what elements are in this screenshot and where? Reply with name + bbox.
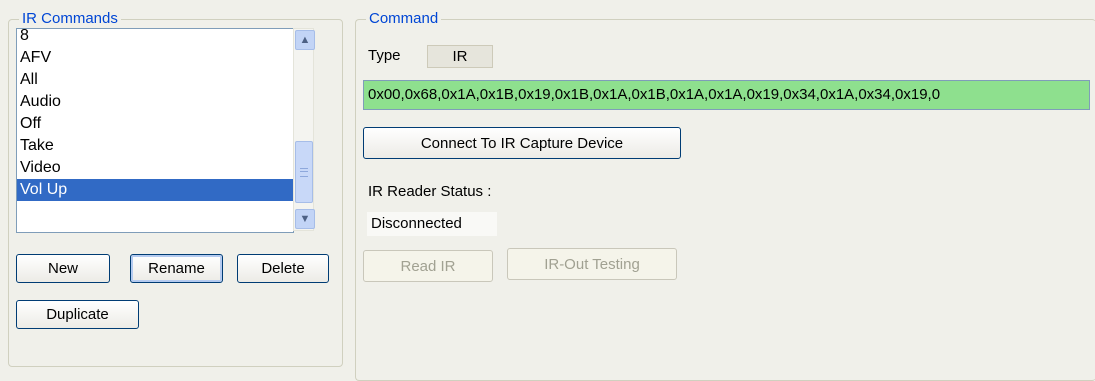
read-ir-button[interactable]: Read IR [363, 250, 493, 282]
duplicate-button[interactable]: Duplicate [16, 300, 139, 329]
ir-commands-listbox[interactable]: 8 AFV All Audio Off Take Video Vol Up [16, 28, 294, 233]
list-item-vol-up[interactable]: Vol Up [17, 179, 293, 201]
chevron-down-icon: ▼ [299, 213, 311, 225]
scroll-up-button[interactable]: ▲ [295, 30, 315, 50]
connect-ir-capture-button[interactable]: Connect To IR Capture Device [363, 127, 681, 159]
command-group-title: Command [366, 10, 442, 28]
list-item-afv[interactable]: AFV [17, 47, 293, 69]
type-label: Type [368, 47, 401, 64]
ir-commands-group-title: IR Commands [19, 10, 121, 28]
rename-button[interactable]: Rename [130, 254, 223, 283]
new-button[interactable]: New [16, 254, 110, 283]
command-group: Command [355, 10, 1095, 381]
type-value: IR [427, 45, 493, 68]
scroll-thumb[interactable] [295, 141, 313, 203]
ir-reader-status-label: IR Reader Status : [368, 183, 492, 200]
list-item-audio[interactable]: Audio [17, 91, 293, 113]
list-item-video[interactable]: Video [17, 157, 293, 179]
ir-out-testing-button[interactable]: IR-Out Testing [507, 248, 677, 280]
listbox-scrollbar[interactable]: ▲ ▼ [293, 28, 315, 231]
chevron-up-icon: ▲ [299, 34, 311, 46]
list-item-off[interactable]: Off [17, 113, 293, 135]
list-item-all[interactable]: All [17, 69, 293, 91]
ir-code-field[interactable]: 0x00,0x68,0x1A,0x1B,0x19,0x1B,0x1A,0x1B,… [363, 80, 1090, 110]
delete-button[interactable]: Delete [237, 254, 329, 283]
list-item-take[interactable]: Take [17, 135, 293, 157]
ir-reader-status-value: Disconnected [367, 212, 497, 236]
scroll-down-button[interactable]: ▼ [295, 209, 315, 229]
list-item-8[interactable]: 8 [17, 29, 293, 47]
grip-icon [300, 167, 308, 177]
